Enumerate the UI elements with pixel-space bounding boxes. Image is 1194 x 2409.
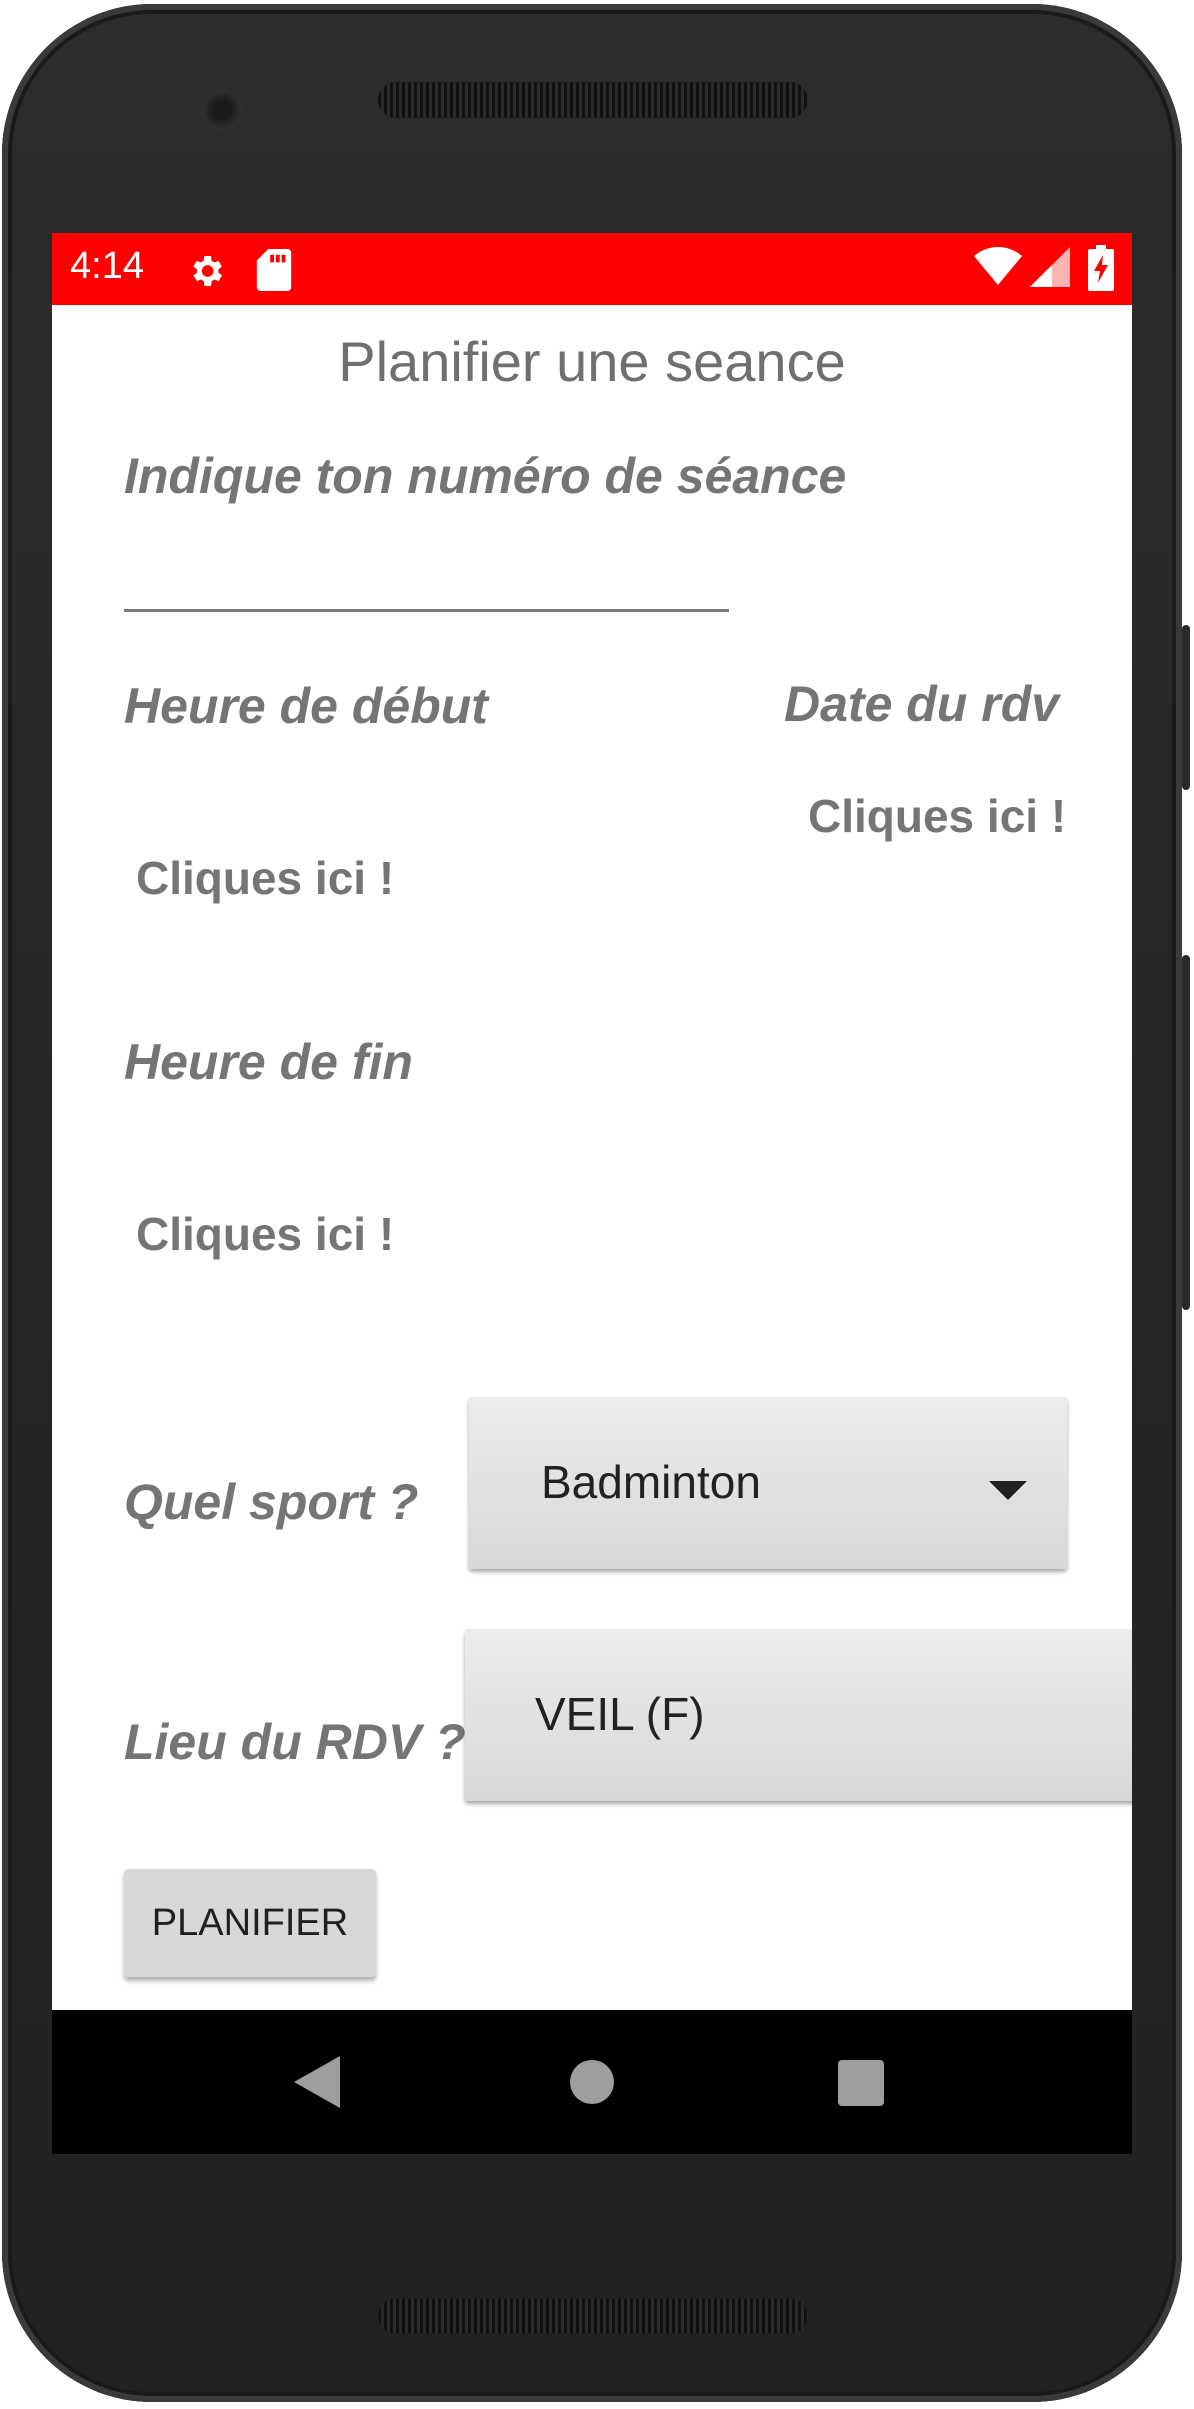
- front-camera: [202, 90, 242, 130]
- place-spinner[interactable]: VEIL (F): [465, 1629, 1132, 1801]
- place-selected-value: VEIL (F): [535, 1688, 705, 1740]
- power-button[interactable]: [1182, 625, 1190, 790]
- start-time-label: Heure de début: [124, 678, 488, 734]
- end-time-label: Heure de fin: [124, 1034, 413, 1090]
- signal-icon: [1030, 247, 1070, 292]
- bottom-speaker: [378, 2298, 808, 2334]
- sport-selected-value: Badminton: [541, 1456, 761, 1508]
- recents-icon[interactable]: [838, 2060, 884, 2111]
- sport-spinner[interactable]: Badminton: [469, 1397, 1067, 1569]
- plan-button[interactable]: PLANIFIER: [124, 1869, 376, 1977]
- place-label: Lieu du RDV ?: [124, 1714, 466, 1770]
- sd-card-icon: [256, 249, 292, 296]
- session-number-label: Indique ton numéro de séance: [124, 448, 847, 504]
- top-speaker: [378, 82, 808, 118]
- status-time: 4:14: [70, 245, 144, 287]
- settings-icon: [186, 251, 226, 296]
- chevron-down-icon: [989, 1481, 1027, 1500]
- navigation-bar: [52, 2010, 1132, 2154]
- start-time-picker-button[interactable]: Cliques ici !: [136, 851, 394, 905]
- home-icon[interactable]: [570, 2060, 614, 2109]
- app-screen: 4:14 Planifier une seance Indique ton nu…: [52, 233, 1132, 2154]
- session-number-input[interactable]: [124, 533, 729, 609]
- volume-button[interactable]: [1182, 955, 1190, 1310]
- wifi-icon: [974, 247, 1022, 292]
- end-time-picker-button[interactable]: Cliques ici !: [136, 1207, 394, 1261]
- back-icon[interactable]: [294, 2056, 340, 2113]
- session-number-underline: [124, 609, 729, 612]
- battery-charging-icon: [1088, 245, 1114, 296]
- date-label: Date du rdv: [784, 676, 1060, 732]
- date-picker-button[interactable]: Cliques ici !: [808, 789, 1066, 843]
- page-title: Planifier une seance: [338, 330, 846, 393]
- status-bar: 4:14: [52, 233, 1132, 305]
- sport-label: Quel sport ?: [124, 1474, 419, 1530]
